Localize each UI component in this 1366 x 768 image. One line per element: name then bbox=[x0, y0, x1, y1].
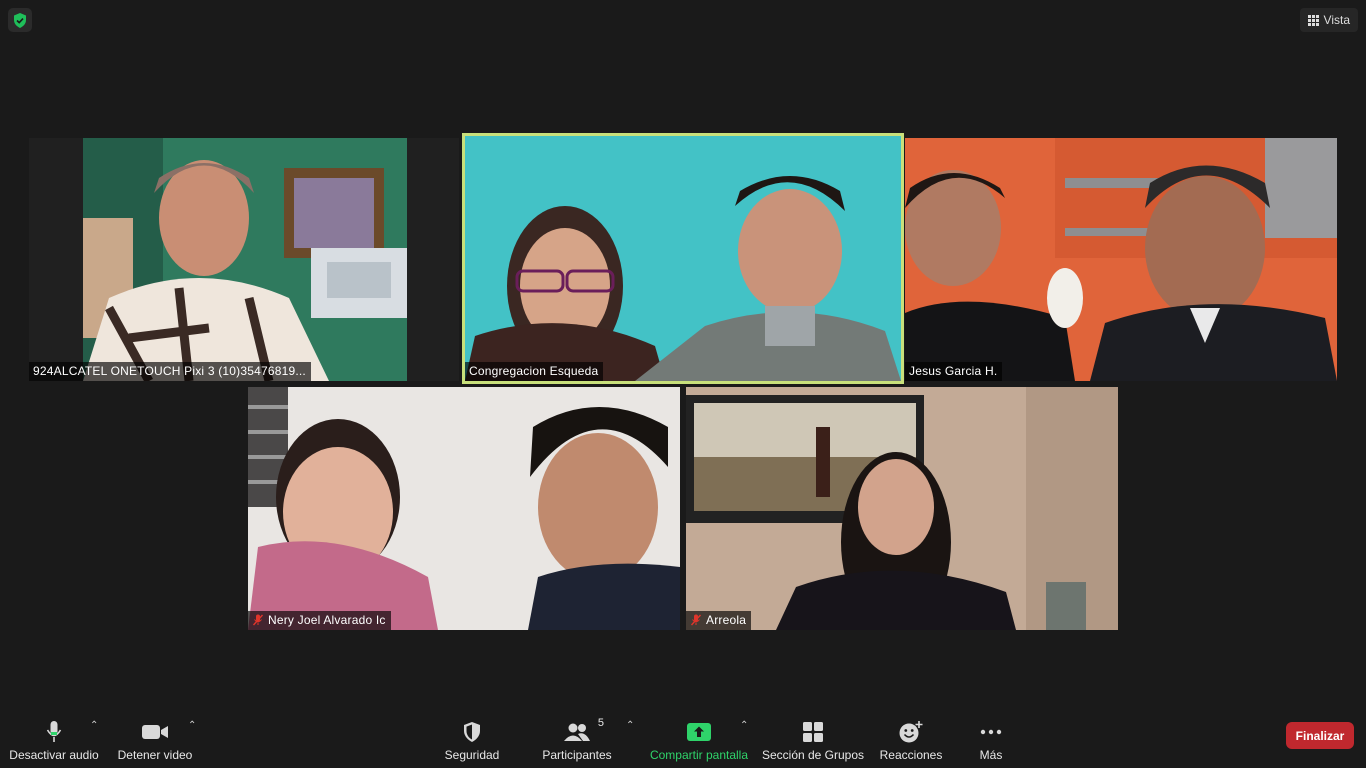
video-tile-1[interactable]: 924ALCATEL ONETOUCH Pixi 3 (10)35476819.… bbox=[29, 138, 459, 381]
more-button[interactable]: Más bbox=[966, 710, 1016, 768]
breakout-rooms-button[interactable]: Sección de Grupos bbox=[760, 710, 866, 768]
more-label: Más bbox=[979, 748, 1003, 762]
more-dots-icon bbox=[980, 729, 1002, 735]
audio-options-caret[interactable]: ⌃ bbox=[90, 720, 98, 731]
audio-label: Desactivar audio bbox=[9, 748, 99, 762]
participants-count: 5 bbox=[597, 717, 604, 729]
share-label: Compartir pantalla bbox=[649, 748, 749, 762]
video-tile-2[interactable]: Congregacion Esqueda bbox=[462, 133, 904, 384]
reactions-label: Reacciones bbox=[879, 748, 943, 762]
participants-options-caret[interactable]: ⌃ bbox=[626, 720, 634, 731]
participant-name-tag: Arreola bbox=[686, 611, 752, 630]
participants-icon bbox=[564, 723, 590, 741]
share-screen-button[interactable]: Compartir pantalla bbox=[646, 710, 752, 768]
muted-microphone-icon bbox=[690, 614, 702, 626]
participant-name-tag: Jesus Garcia H. bbox=[905, 362, 1003, 381]
muted-microphone-icon bbox=[252, 614, 264, 626]
video-camera-icon bbox=[142, 725, 168, 739]
video-tile-4[interactable]: Nery Joel Alvarado Ic bbox=[248, 387, 680, 630]
breakout-label: Sección de Grupos bbox=[761, 748, 865, 762]
microphone-icon bbox=[46, 721, 62, 742]
participant-name-tag: Congregacion Esqueda bbox=[465, 362, 604, 381]
video-options-caret[interactable]: ⌃ bbox=[188, 720, 196, 731]
end-meeting-button[interactable]: Finalizar bbox=[1286, 722, 1354, 749]
participant-name: Congregacion Esqueda bbox=[469, 364, 599, 378]
video-tile-3[interactable]: Jesus Garcia H. bbox=[905, 138, 1337, 381]
participant-name: Arreola bbox=[706, 613, 747, 627]
meeting-toolbar: Desactivar audio ⌃ Detener video ⌃ Segur… bbox=[0, 710, 1366, 768]
participant-name: Jesus Garcia H. bbox=[909, 364, 998, 378]
breakout-rooms-icon bbox=[803, 722, 823, 742]
security-button[interactable]: Seguridad bbox=[437, 710, 507, 768]
video-tile-5[interactable]: Arreola bbox=[686, 387, 1118, 630]
participant-name: 924ALCATEL ONETOUCH Pixi 3 (10)35476819.… bbox=[33, 364, 306, 378]
participant-name: Nery Joel Alvarado Ic bbox=[268, 613, 386, 627]
video-feed bbox=[905, 138, 1337, 381]
participants-button[interactable]: 5 Participantes bbox=[540, 710, 614, 768]
video-feed bbox=[248, 387, 680, 630]
view-button[interactable]: Vista bbox=[1299, 8, 1358, 32]
stop-video-button[interactable]: Detener video bbox=[112, 710, 198, 768]
participants-label: Participantes bbox=[542, 748, 612, 762]
share-screen-icon bbox=[687, 723, 711, 741]
video-feed bbox=[29, 138, 459, 381]
video-label: Detener video bbox=[117, 748, 193, 762]
security-shield-icon[interactable] bbox=[8, 8, 32, 32]
shield-icon bbox=[464, 722, 480, 742]
smiley-icon bbox=[899, 721, 923, 743]
security-label: Seguridad bbox=[444, 748, 500, 762]
reactions-button[interactable]: Reacciones bbox=[876, 710, 946, 768]
video-feed bbox=[465, 136, 901, 381]
view-label: Vista bbox=[1323, 13, 1350, 27]
participant-name-tag: Nery Joel Alvarado Ic bbox=[248, 611, 391, 630]
grid-icon bbox=[1307, 14, 1319, 26]
participant-name-tag: 924ALCATEL ONETOUCH Pixi 3 (10)35476819.… bbox=[29, 362, 311, 381]
share-options-caret[interactable]: ⌃ bbox=[740, 720, 748, 731]
video-feed bbox=[686, 387, 1118, 630]
mute-audio-button[interactable]: Desactivar audio bbox=[6, 710, 102, 768]
